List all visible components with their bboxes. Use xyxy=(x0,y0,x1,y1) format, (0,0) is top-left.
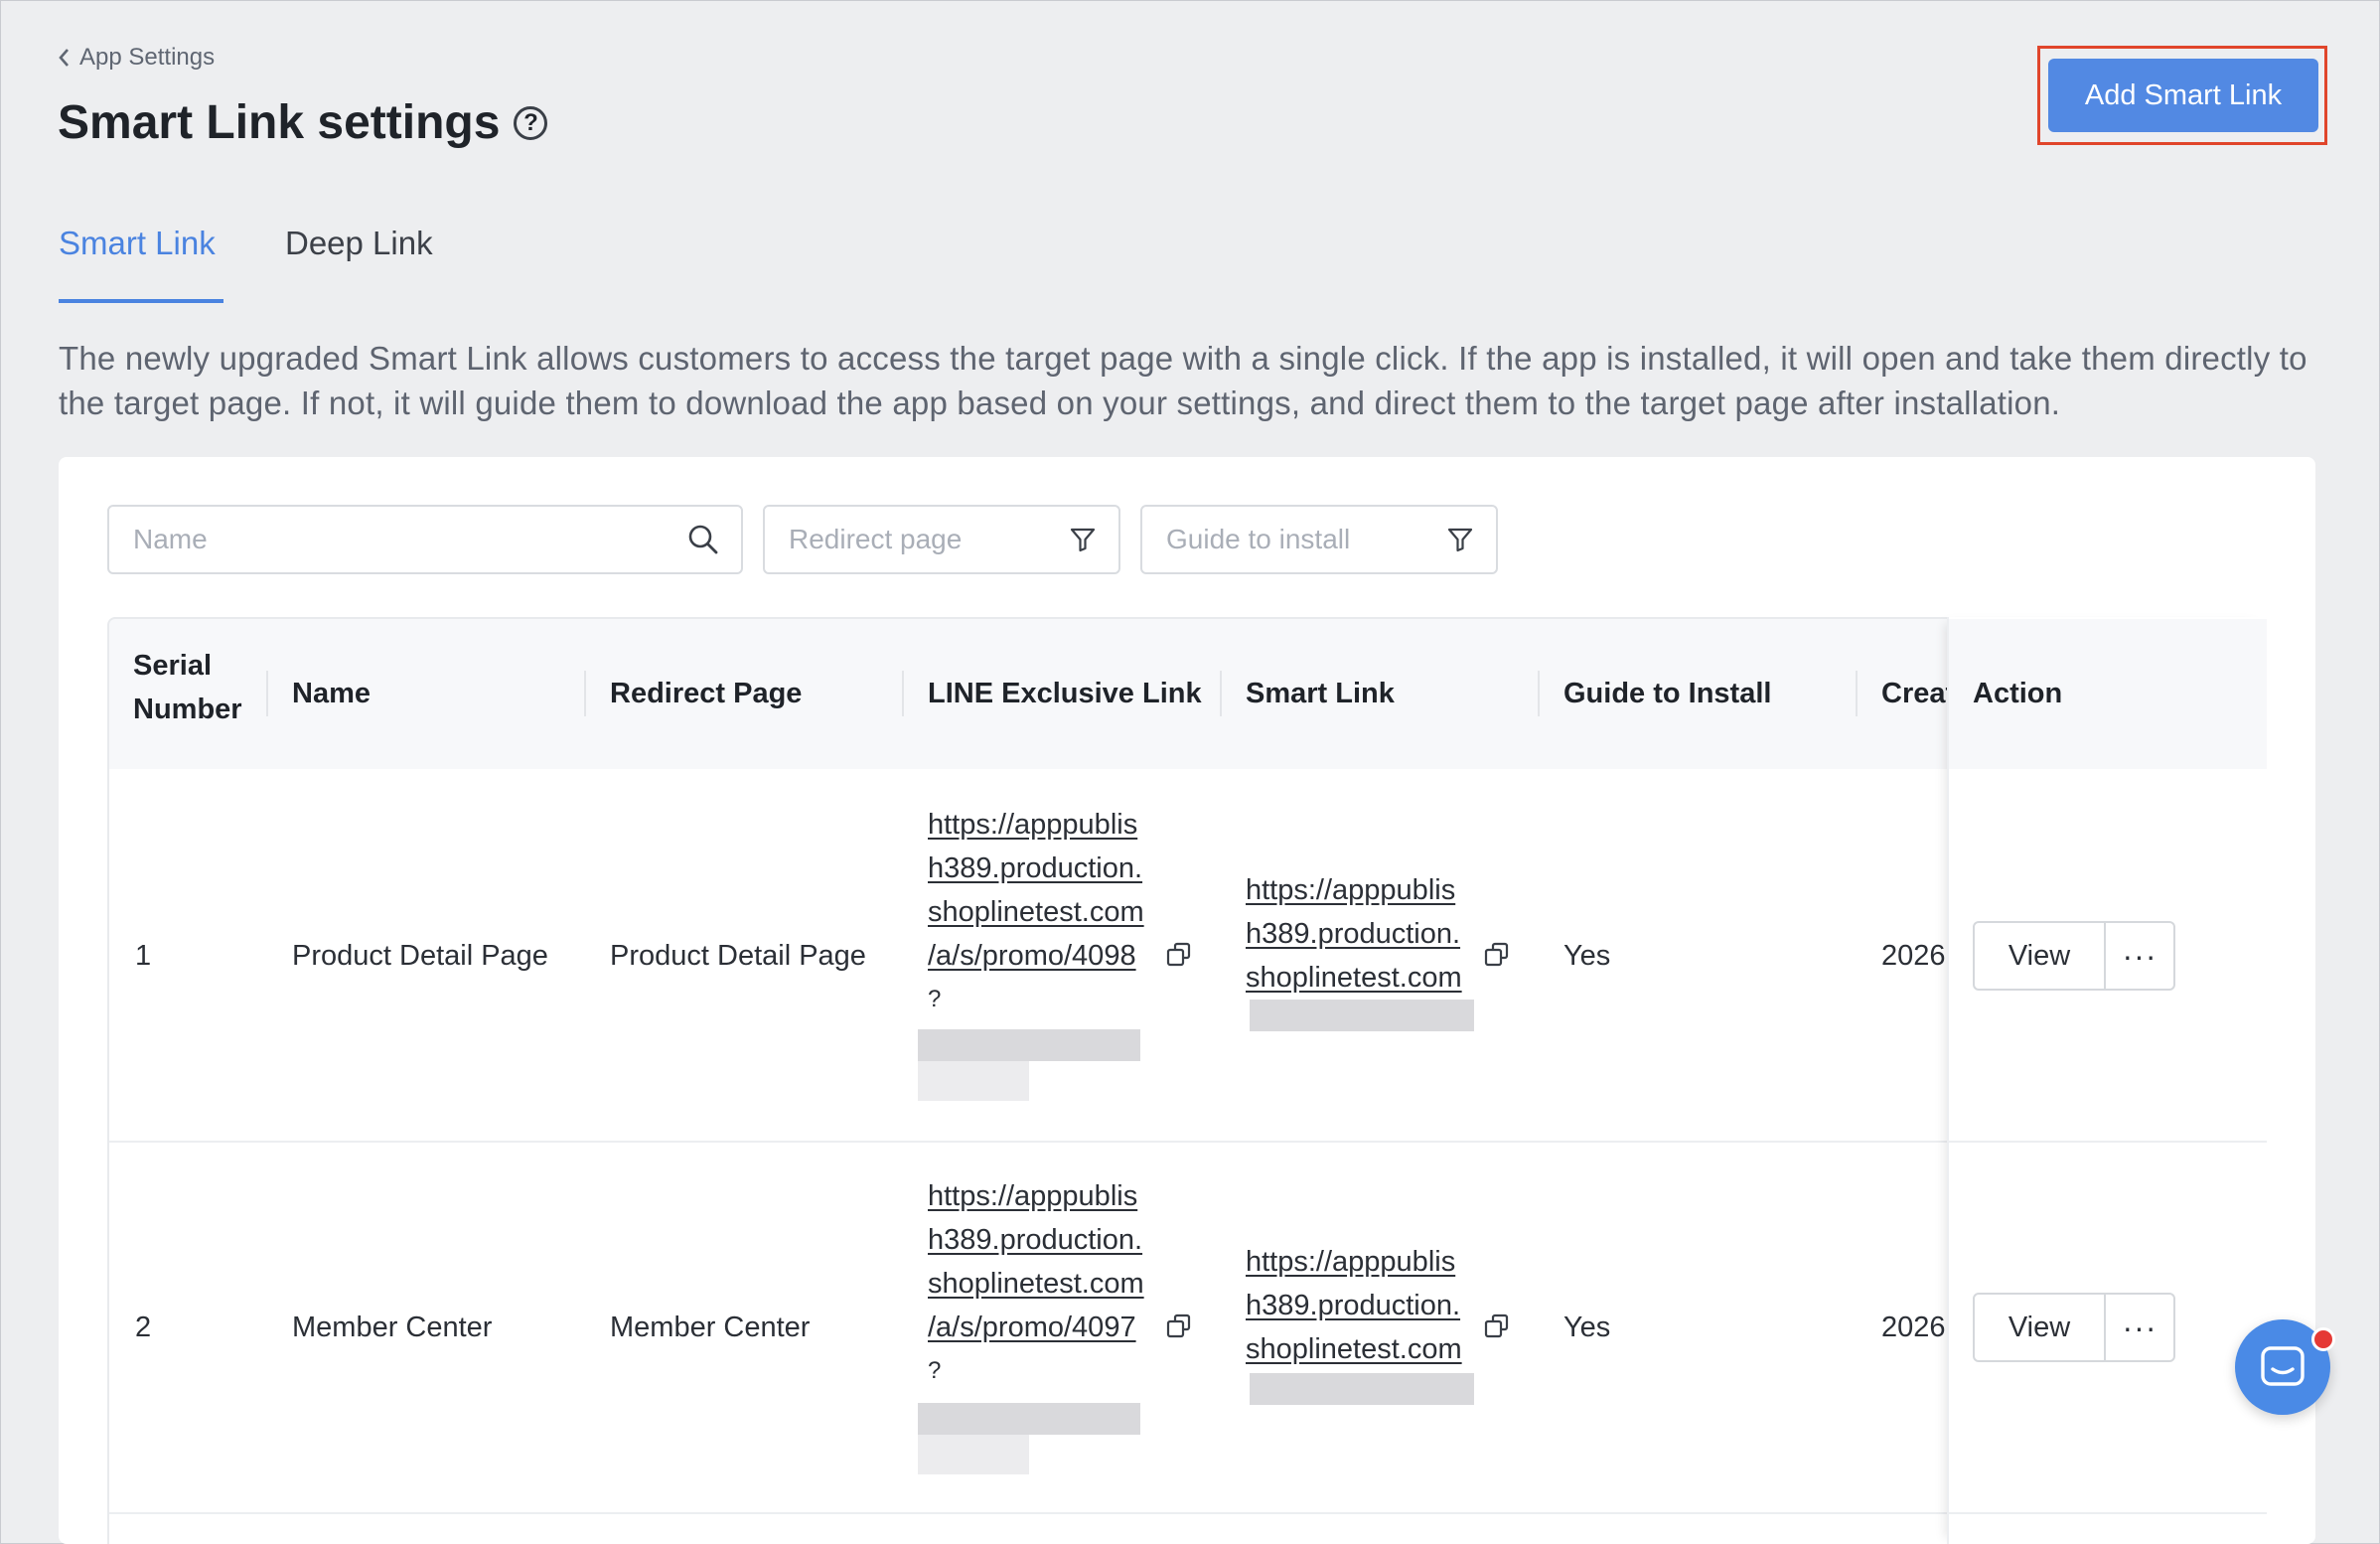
row1-smart-link-part: shoplinetest.com xyxy=(1246,962,1462,994)
row2-line-link-part: shoplinetest.com xyxy=(928,1268,1144,1300)
filter-icon[interactable] xyxy=(1069,526,1097,553)
row1-serial: 1 xyxy=(135,940,152,972)
redirect-filter-placeholder: Redirect page xyxy=(789,524,963,554)
active-tab-indicator xyxy=(59,299,223,303)
redacted-text xyxy=(1250,1000,1474,1031)
row-divider xyxy=(109,1141,2267,1143)
column-divider xyxy=(584,671,586,716)
chevron-left-icon xyxy=(59,49,69,67)
column-header-serial-line1: Serial xyxy=(133,650,212,682)
redirect-page-filter[interactable]: Redirect page xyxy=(763,505,1120,574)
row-divider xyxy=(1949,1141,2267,1143)
row1-smart-link[interactable]: https://apppublis h389.production. shopl… xyxy=(1246,868,1462,1000)
row2-line-link-part: h389.production. xyxy=(928,1224,1143,1256)
column-header-line-link: LINE Exclusive Link xyxy=(928,678,1202,709)
column-header-redirect-page: Redirect Page xyxy=(610,678,803,709)
row1-view-button[interactable]: View xyxy=(1975,923,2106,989)
copy-icon[interactable] xyxy=(1484,942,1510,968)
page-title-text: Smart Link settings xyxy=(58,96,501,149)
row2-smart-link-part: h389.production. xyxy=(1246,1290,1461,1321)
row1-smart-link-part: https://apppublis xyxy=(1246,874,1456,906)
table-body xyxy=(107,769,2269,1544)
row2-smart-link[interactable]: https://apppublis h389.production. shopl… xyxy=(1246,1240,1462,1371)
row2-redirect-page: Member Center xyxy=(610,1312,811,1343)
row1-smart-link-part: h389.production. xyxy=(1246,918,1461,950)
row1-name: Product Detail Page xyxy=(292,940,548,972)
row2-line-link-part: https://apppublis xyxy=(928,1180,1138,1212)
description-text: The newly upgraded Smart Link allows cus… xyxy=(59,340,2307,421)
row2-guide-to-install: Yes xyxy=(1563,1312,1611,1343)
row1-line-link-part: shoplinetest.com xyxy=(928,896,1144,928)
name-search-placeholder: Name xyxy=(133,524,208,554)
tab-deep-link[interactable]: Deep Link xyxy=(285,225,433,262)
column-header-serial: Serial Number xyxy=(133,644,242,731)
tab-smart-link[interactable]: Smart Link xyxy=(59,225,216,262)
row-divider xyxy=(1949,1512,2267,1514)
column-divider xyxy=(902,671,904,716)
notification-dot xyxy=(2311,1327,2335,1351)
add-smart-link-button[interactable]: Add Smart Link xyxy=(2048,59,2318,132)
page-title: Smart Link settings ? xyxy=(58,95,548,150)
row1-action-buttons: View ··· xyxy=(1973,921,2175,991)
chat-icon xyxy=(2261,1346,2305,1386)
row2-line-link-part: ? xyxy=(928,1357,942,1384)
row2-smart-link-part: shoplinetest.com xyxy=(1246,1333,1462,1365)
search-icon[interactable] xyxy=(687,524,719,555)
column-header-serial-line2: Number xyxy=(133,694,242,725)
column-divider xyxy=(1220,671,1222,716)
redacted-text xyxy=(918,1435,1029,1474)
column-header-action: Action xyxy=(1973,678,2063,709)
row1-guide-to-install: Yes xyxy=(1563,940,1611,972)
column-header-guide-to-install: Guide to Install xyxy=(1563,678,1772,709)
name-search-input[interactable]: Name xyxy=(107,505,743,574)
row2-line-exclusive-link[interactable]: https://apppublis h389.production. shopl… xyxy=(928,1174,1144,1393)
row1-line-link-part: https://apppublis xyxy=(928,809,1138,841)
row1-created: 2026 xyxy=(1881,940,1946,972)
row2-smart-link-part: https://apppublis xyxy=(1246,1246,1456,1278)
row1-more-button[interactable]: ··· xyxy=(2106,923,2173,989)
copy-icon[interactable] xyxy=(1166,942,1192,968)
copy-icon[interactable] xyxy=(1166,1313,1192,1339)
back-link[interactable]: App Settings xyxy=(58,44,215,72)
column-divider xyxy=(1538,671,1540,716)
help-circle-icon[interactable]: ? xyxy=(514,105,548,140)
column-divider xyxy=(1856,671,1858,716)
row2-created: 2026 xyxy=(1881,1312,1946,1343)
row1-redirect-page: Product Detail Page xyxy=(610,940,866,972)
filter-icon[interactable] xyxy=(1446,526,1474,553)
row2-name: Member Center xyxy=(292,1312,493,1343)
row-divider xyxy=(109,1512,2267,1514)
redacted-text xyxy=(918,1029,1140,1061)
row1-line-exclusive-link[interactable]: https://apppublis h389.production. shopl… xyxy=(928,803,1144,1021)
redacted-text xyxy=(918,1061,1029,1101)
redacted-text xyxy=(1250,1373,1474,1405)
redacted-text xyxy=(918,1403,1140,1435)
back-link-label: App Settings xyxy=(79,44,216,71)
row2-view-button[interactable]: View xyxy=(1975,1295,2106,1360)
column-header-smart-link: Smart Link xyxy=(1246,678,1395,709)
row2-more-button[interactable]: ··· xyxy=(2106,1295,2173,1360)
row2-action-buttons: View ··· xyxy=(1973,1293,2175,1362)
row1-line-link-part: /a/s/promo/4098 xyxy=(928,940,1136,972)
guide-to-install-filter[interactable]: Guide to install xyxy=(1140,505,1498,574)
row2-serial: 2 xyxy=(135,1312,152,1343)
column-divider xyxy=(266,671,268,716)
row1-line-link-part: ? xyxy=(928,986,942,1012)
row1-line-link-part: h389.production. xyxy=(928,852,1143,884)
column-header-name: Name xyxy=(292,678,371,709)
column-header-created: Creat xyxy=(1881,678,1947,709)
row2-line-link-part: /a/s/promo/4097 xyxy=(928,1312,1136,1343)
copy-icon[interactable] xyxy=(1484,1313,1510,1339)
guide-filter-placeholder: Guide to install xyxy=(1166,524,1351,554)
